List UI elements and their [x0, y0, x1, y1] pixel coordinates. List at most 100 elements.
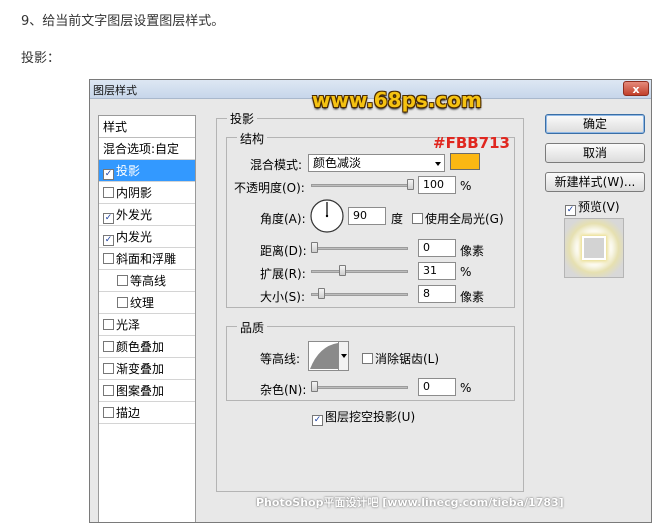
- preview-checkbox[interactable]: ✓: [565, 205, 576, 216]
- size-label: 大小(S):: [260, 290, 306, 304]
- close-button[interactable]: x: [623, 81, 649, 96]
- style-checkbox[interactable]: ✓: [103, 235, 114, 246]
- styles-list-item[interactable]: 内阴影: [99, 182, 195, 204]
- quality-title: 品质: [237, 319, 268, 336]
- styles-list-item[interactable]: 渐变叠加: [99, 358, 195, 380]
- style-checkbox[interactable]: [103, 187, 114, 198]
- style-checkbox[interactable]: [117, 297, 128, 308]
- style-item-label: 等高线: [130, 274, 167, 288]
- angle-input[interactable]: 90: [348, 207, 386, 225]
- style-item-label: 光泽: [116, 318, 141, 332]
- hex-color-annotation: #FBB713: [433, 134, 510, 152]
- anti-alias-option[interactable]: 消除锯齿(L): [362, 350, 439, 367]
- blend-mode-value: 颜色减淡: [313, 156, 362, 170]
- style-item-label: 内阴影: [116, 186, 153, 200]
- styles-list-item[interactable]: 斜面和浮雕: [99, 248, 195, 270]
- style-item-label: 外发光: [116, 208, 153, 222]
- styles-list-item[interactable]: ✓ 内发光: [99, 226, 195, 248]
- style-item-label: 投影: [116, 164, 141, 178]
- styles-list-item[interactable]: 混合选项:自定: [99, 138, 195, 160]
- style-checkbox[interactable]: [117, 275, 128, 286]
- size-unit: 像素: [460, 290, 485, 304]
- preview-option[interactable]: ✓ 预览(V): [565, 198, 620, 216]
- layer-style-dialog: 图层样式 x www.68ps.com 样式 混合选项:自定 ✓ 投影 内阴影 ✓ 外发光…: [89, 79, 652, 523]
- style-item-label: 图案叠加: [116, 384, 165, 398]
- style-preview-thumbnail: [564, 218, 624, 278]
- distance-slider-thumb[interactable]: [311, 242, 318, 253]
- styles-list-item[interactable]: ✓ 投影: [99, 160, 195, 182]
- style-checkbox[interactable]: [103, 319, 114, 330]
- drop-shadow-title: 投影: [227, 110, 258, 127]
- ok-button[interactable]: 确定: [545, 114, 645, 134]
- style-item-label: 内发光: [116, 230, 153, 244]
- contour-label: 等高线:: [260, 352, 301, 366]
- dialog-title: 图层样式: [93, 84, 137, 97]
- blend-mode-select[interactable]: 颜色减淡: [308, 154, 445, 172]
- preview-swatch: [582, 236, 606, 260]
- opacity-slider-thumb[interactable]: [407, 179, 414, 190]
- section-heading: 投影：: [21, 51, 61, 66]
- style-checkbox[interactable]: [103, 341, 114, 352]
- new-style-button[interactable]: 新建样式(W)...: [545, 172, 645, 192]
- styles-list: 样式 混合选项:自定 ✓ 投影 内阴影 ✓ 外发光 ✓ 内发光 斜面和浮雕 等高线 纹理 光泽 颜色叠加…: [98, 115, 196, 522]
- knockout-label: 图层挖空投影(U): [325, 410, 416, 424]
- style-checkbox[interactable]: [103, 385, 114, 396]
- noise-unit: %: [460, 381, 472, 395]
- distance-unit: 像素: [460, 244, 485, 258]
- style-item-label: 混合选项:自定: [103, 142, 180, 156]
- contour-picker[interactable]: [308, 341, 349, 371]
- styles-list-item[interactable]: 图案叠加: [99, 380, 195, 402]
- cancel-button[interactable]: 取消: [545, 143, 645, 163]
- noise-slider-thumb[interactable]: [311, 381, 318, 392]
- shadow-color-swatch[interactable]: [450, 153, 480, 170]
- distance-slider-track[interactable]: [311, 247, 408, 250]
- spread-slider-thumb[interactable]: [338, 265, 346, 276]
- preview-label: 预览(V): [578, 200, 620, 214]
- contour-dropdown[interactable]: [338, 342, 348, 370]
- styles-list-item[interactable]: 光泽: [99, 314, 195, 336]
- styles-list-item[interactable]: 描边: [99, 402, 195, 424]
- spread-slider-track[interactable]: [311, 270, 408, 273]
- styles-list-item[interactable]: 颜色叠加: [99, 336, 195, 358]
- chevron-down-icon: [435, 162, 441, 166]
- styles-list-header[interactable]: 样式: [99, 116, 195, 138]
- global-light-checkbox[interactable]: [412, 213, 423, 224]
- footer-watermark: PhotoShop平面设计吧 [www.linecg.com/tieba/178…: [256, 496, 564, 509]
- style-item-label: 描边: [116, 406, 141, 420]
- structure-title: 结构: [237, 130, 268, 147]
- distance-input[interactable]: 0: [418, 239, 456, 257]
- knockout-checkbox[interactable]: ✓: [312, 415, 323, 426]
- style-checkbox[interactable]: ✓: [103, 213, 114, 224]
- chevron-down-icon: [341, 354, 347, 358]
- step-instruction: 9、给当前文字图层设置图层样式。: [21, 14, 225, 29]
- style-checkbox[interactable]: ✓: [103, 169, 114, 180]
- angle-dial-icon: [310, 199, 344, 233]
- spread-input[interactable]: 31: [418, 262, 456, 280]
- noise-input[interactable]: 0: [418, 378, 456, 396]
- anti-alias-checkbox[interactable]: [362, 353, 373, 364]
- style-item-label: 渐变叠加: [116, 362, 165, 376]
- size-input[interactable]: 8: [418, 285, 456, 303]
- angle-unit: 度: [391, 212, 404, 226]
- size-slider-track[interactable]: [311, 293, 408, 296]
- style-item-label: 纹理: [130, 296, 155, 310]
- style-checkbox[interactable]: [103, 363, 114, 374]
- styles-list-item[interactable]: 等高线: [99, 270, 195, 292]
- angle-dial[interactable]: [309, 198, 345, 234]
- opacity-slider-track[interactable]: [311, 184, 414, 187]
- styles-list-item[interactable]: ✓ 外发光: [99, 204, 195, 226]
- spread-unit: %: [460, 265, 472, 279]
- global-light-label: 使用全局光(G): [425, 212, 504, 226]
- opacity-input[interactable]: 100: [418, 176, 456, 194]
- global-light-option[interactable]: 使用全局光(G): [412, 210, 504, 227]
- style-checkbox[interactable]: [103, 253, 114, 264]
- distance-label: 距离(D):: [260, 244, 307, 258]
- styles-list-item[interactable]: 纹理: [99, 292, 195, 314]
- style-item-label: 斜面和浮雕: [116, 252, 177, 266]
- style-checkbox[interactable]: [103, 407, 114, 418]
- opacity-unit: %: [460, 179, 472, 193]
- size-slider-thumb[interactable]: [318, 288, 326, 299]
- noise-slider-track[interactable]: [311, 386, 408, 389]
- opacity-label: 不透明度(O):: [234, 181, 305, 195]
- knockout-option[interactable]: ✓ 图层挖空投影(U): [312, 408, 415, 426]
